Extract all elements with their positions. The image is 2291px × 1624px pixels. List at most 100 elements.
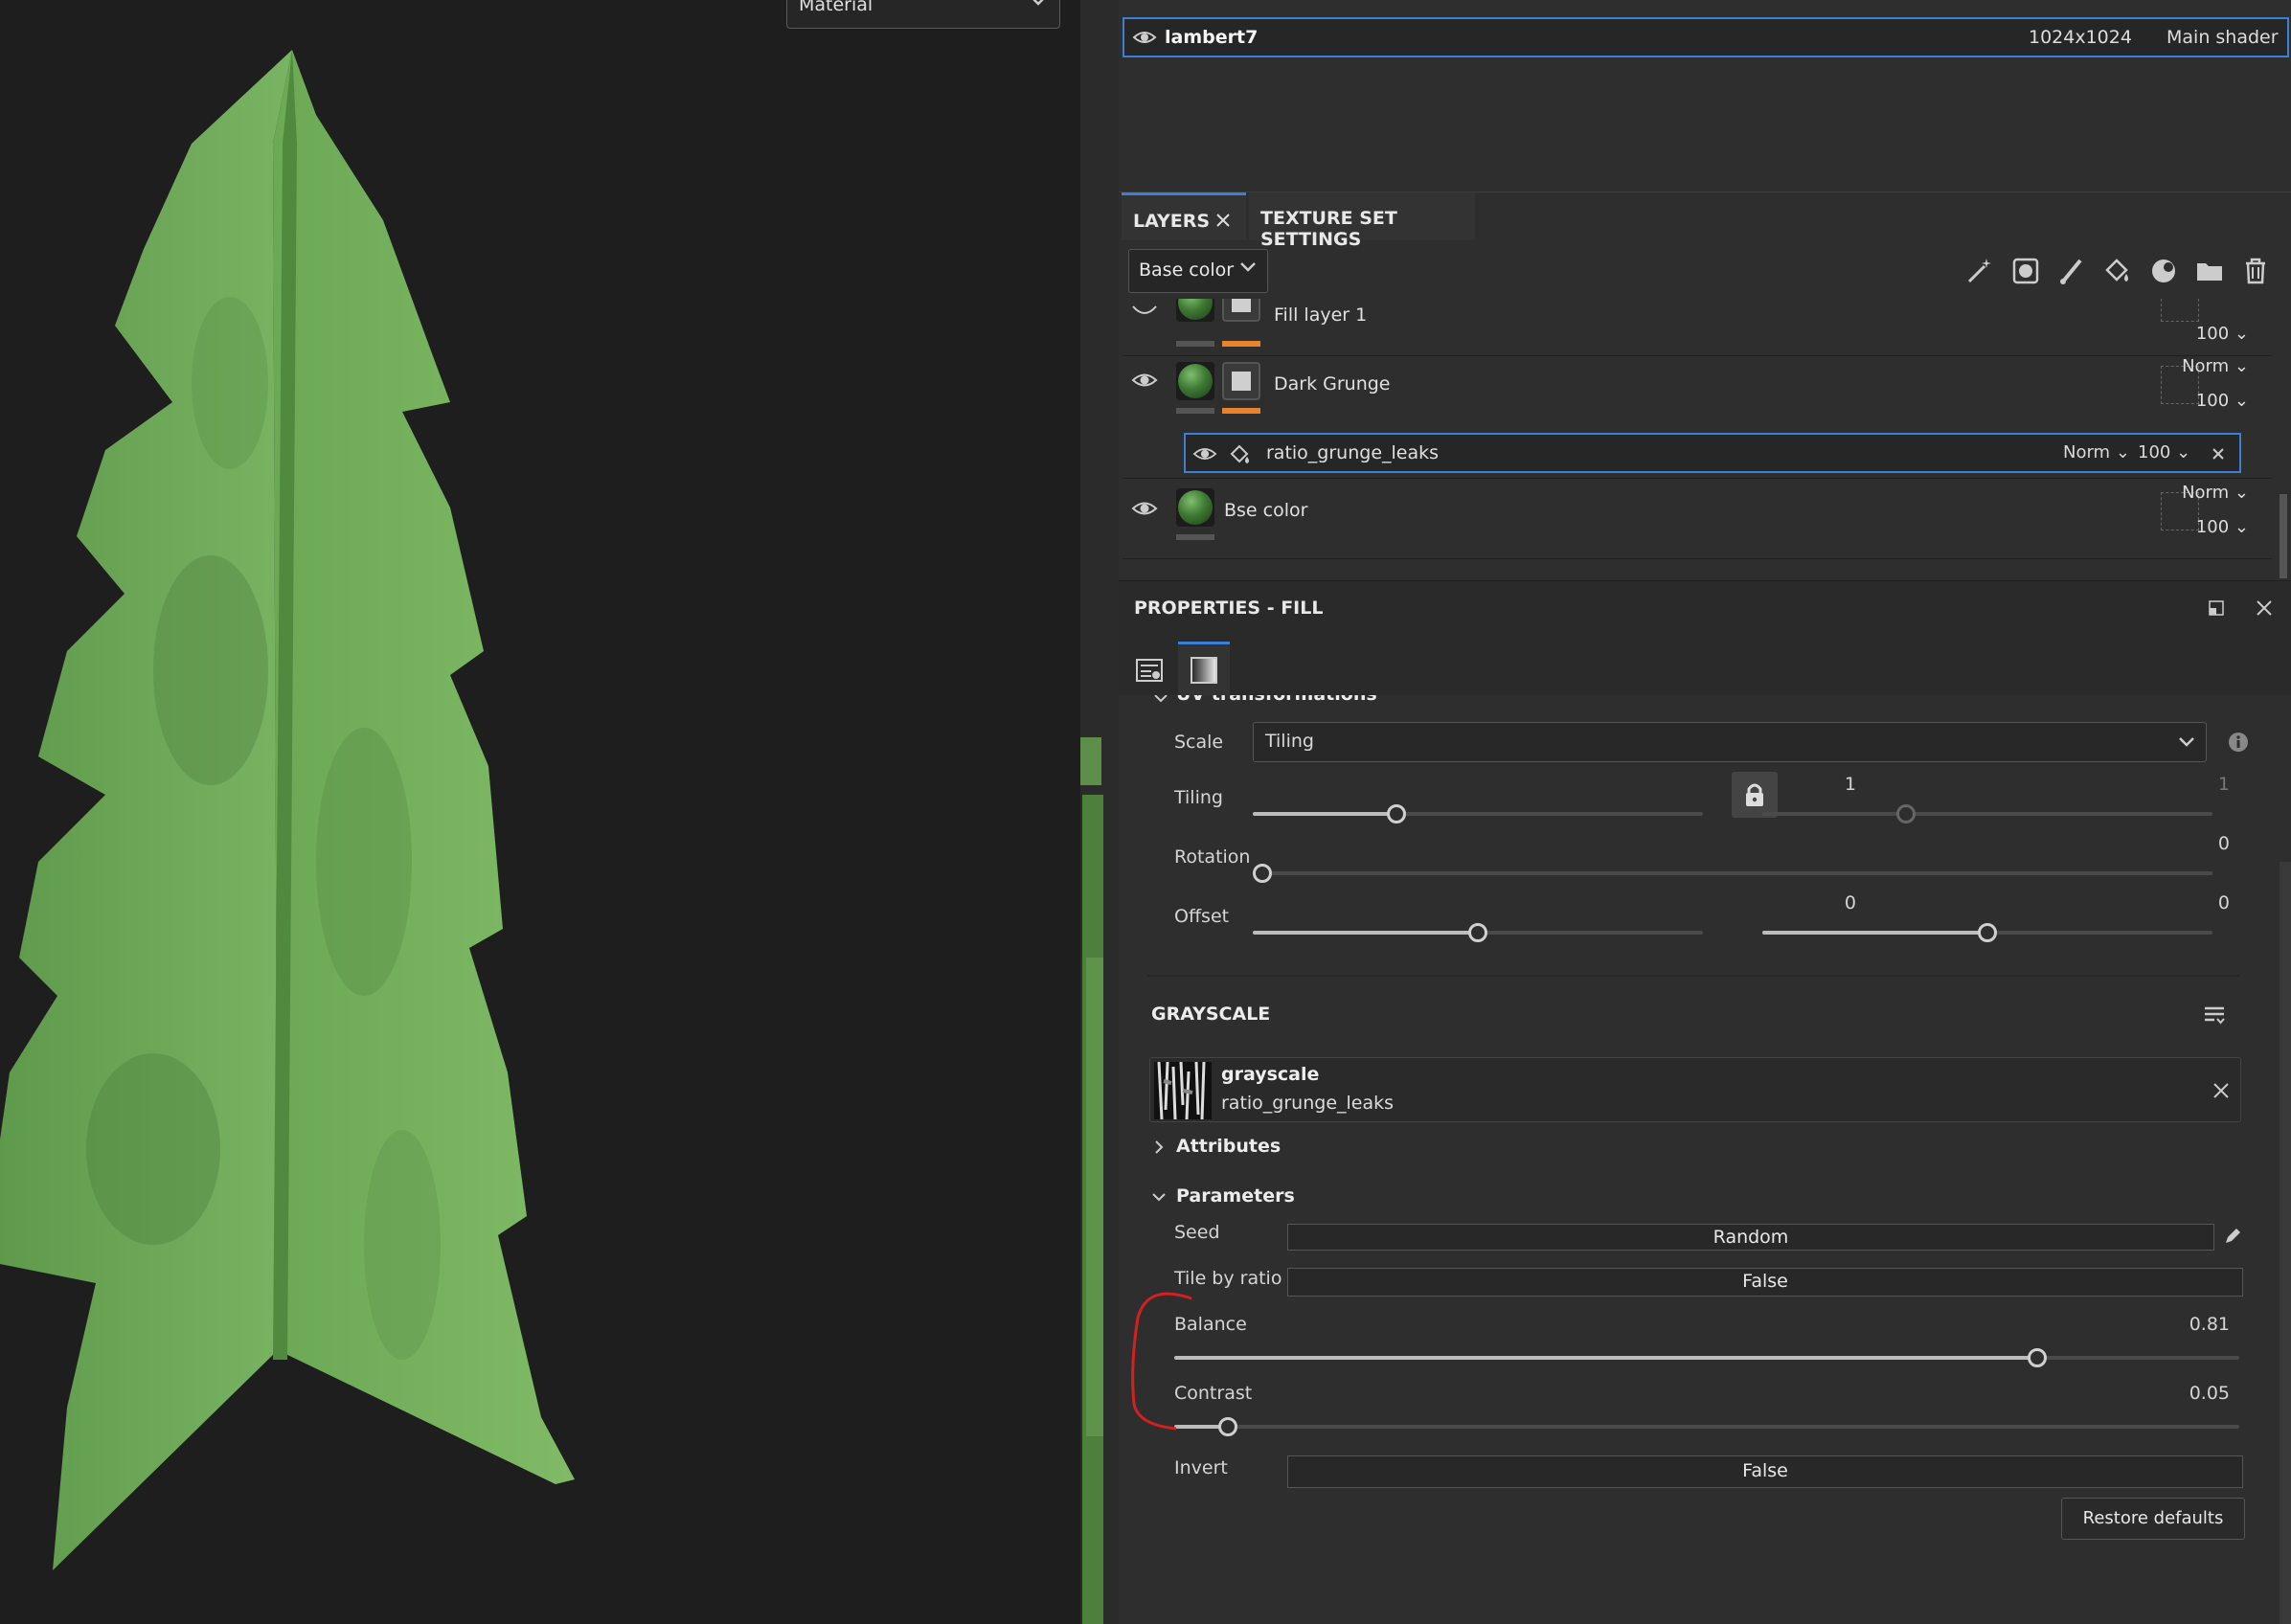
offset-value-u[interactable]: 0 [1674, 892, 1856, 914]
slider-knob[interactable] [1468, 923, 1487, 942]
opacity-value: 100 [2195, 391, 2230, 411]
add-effect-icon[interactable] [1963, 255, 1996, 287]
add-mask-icon[interactable] [2009, 255, 2042, 287]
rotation-slider[interactable] [1253, 864, 2212, 883]
right-panel: lambert7 1024x1024 Main shader LAYERS TE… [1119, 0, 2291, 1624]
contrast-slider[interactable] [1174, 1417, 2239, 1436]
layer-blend-mode[interactable]: Norm ⌄ [2182, 483, 2249, 503]
scale-dropdown[interactable]: Tiling [1253, 722, 2207, 762]
material-dropdown[interactable]: Material [786, 0, 1060, 29]
slider-track[interactable] [1262, 871, 2212, 875]
edit-pencil-icon[interactable] [2222, 1226, 2243, 1247]
slider-knob[interactable] [1896, 804, 1917, 823]
add-paint-layer-icon[interactable] [2055, 255, 2088, 287]
layer-stack[interactable]: Fill layer 1 100 ⌄ Dark Grunge Norm ⌄ 10… [1123, 299, 2289, 559]
contrast-value[interactable]: 0.05 [2038, 1383, 2230, 1404]
offset-u-slider[interactable] [1253, 923, 1703, 942]
tile-by-ratio-toggle[interactable]: False [1287, 1268, 2243, 1297]
layer-opacity[interactable]: 100 ⌄ [2196, 517, 2249, 537]
properties-header: PROPERTIES - FILL [1119, 580, 2291, 634]
eye-icon[interactable] [1191, 442, 1218, 465]
layer-opacity[interactable]: 100 ⌄ [2196, 391, 2249, 411]
balance-slider[interactable] [1174, 1348, 2239, 1367]
slider-knob[interactable] [1253, 864, 1272, 883]
tab-layers-label: LAYERS [1133, 211, 1211, 232]
mask-thumbnail[interactable] [1222, 362, 1260, 400]
maximize-icon[interactable] [2207, 598, 2226, 618]
tab-layer-settings[interactable] [1123, 642, 1174, 695]
effect-row-ratio-grunge-leaks[interactable]: ratio_grunge_leaks Norm ⌄ 100 ⌄ [1184, 433, 2241, 473]
eye-closed-icon[interactable] [1130, 303, 1159, 322]
layer-opacity[interactable]: 100 ⌄ [2196, 324, 2249, 344]
material-thumb-bar [1176, 408, 1214, 414]
mask-active-bar [1222, 408, 1260, 414]
mask-thumbnail[interactable] [1222, 299, 1260, 322]
slider-knob[interactable] [1387, 804, 1407, 823]
tab-texture-set-settings-label: TEXTURE SET SETTINGS [1260, 208, 1397, 250]
tab-fill[interactable] [1178, 642, 1230, 695]
folder-icon[interactable] [2193, 255, 2226, 287]
tab-layers[interactable]: LAYERS [1122, 192, 1246, 240]
trash-icon[interactable] [2239, 255, 2272, 287]
info-icon[interactable] [2228, 732, 2249, 753]
effect-name[interactable]: ratio_grunge_leaks [1266, 442, 1439, 463]
layers-scrollbar[interactable] [2280, 494, 2287, 578]
layer-row-bse-color[interactable]: Bse color Norm ⌄ 100 ⌄ [1123, 479, 2272, 559]
material-thumb-bar [1176, 534, 1214, 540]
eye-icon[interactable] [1130, 368, 1159, 393]
chevron-down-icon [1240, 262, 1256, 272]
grayscale-resource-card[interactable]: grayscale ratio_grunge_leaks [1149, 1057, 2241, 1122]
section-divider [1147, 975, 2239, 977]
properties-scrollbar[interactable] [2280, 862, 2291, 1624]
add-smart-material-icon[interactable] [2147, 255, 2180, 287]
slider-knob[interactable] [1978, 923, 1997, 942]
layer-name[interactable]: Bse color [1224, 500, 1307, 521]
second-viewport-edge [1080, 737, 1103, 1624]
close-icon[interactable] [1214, 211, 1233, 230]
fill-effect-icon [1230, 444, 1249, 463]
close-icon[interactable] [2212, 1081, 2231, 1100]
layer-name[interactable]: Dark Grunge [1274, 373, 1391, 395]
material-thumbnail [1176, 488, 1214, 527]
blend-value: Norm [2063, 442, 2111, 462]
3d-viewport[interactable]: Material [0, 0, 1080, 1624]
annotation-bracket [1131, 1292, 1192, 1431]
tiling-value-v[interactable]: 1 [2038, 774, 2230, 795]
channel-dropdown[interactable]: Base color [1128, 249, 1268, 293]
seed-random-button[interactable]: Random [1287, 1224, 2214, 1251]
close-icon[interactable] [2211, 446, 2226, 462]
opacity-value: 100 [2138, 442, 2171, 462]
add-fill-layer-icon[interactable] [2101, 255, 2134, 287]
slider-fill [1174, 1356, 2037, 1360]
channel-menu-icon[interactable] [2201, 1002, 2228, 1028]
effect-opacity[interactable]: 100 ⌄ [2138, 442, 2190, 462]
texture-set-row[interactable]: lambert7 1024x1024 Main shader [1123, 17, 2289, 57]
invert-toggle[interactable]: False [1287, 1455, 2243, 1488]
restore-defaults-button[interactable]: Restore defaults [2061, 1498, 2245, 1540]
tiling-v-slider[interactable] [1762, 804, 2212, 823]
offset-v-slider[interactable] [1762, 923, 2212, 942]
material-dropdown-label: Material [799, 0, 873, 15]
eye-icon[interactable] [1130, 496, 1159, 521]
tab-texture-set-settings[interactable]: TEXTURE SET SETTINGS [1249, 192, 1475, 250]
layer-blend-mode[interactable]: Norm ⌄ [2182, 356, 2249, 376]
layer-name[interactable]: Fill layer 1 [1274, 304, 1367, 326]
rotation-value[interactable]: 0 [2038, 833, 2230, 854]
viewport-splitter[interactable] [1080, 0, 1119, 1624]
texture-set-shader[interactable]: Main shader [2166, 27, 2279, 48]
slider-fill [1253, 931, 1478, 935]
slider-knob[interactable] [2027, 1348, 2047, 1367]
tiling-u-slider[interactable] [1253, 804, 1703, 823]
close-icon[interactable] [2255, 598, 2274, 618]
balance-value[interactable]: 0.81 [2038, 1314, 2230, 1335]
tree-model [0, 50, 575, 1570]
slider-track[interactable] [1174, 1425, 2239, 1429]
chevron-down-icon [2179, 737, 2194, 747]
layer-row-fill-layer-1[interactable]: Fill layer 1 100 ⌄ [1123, 299, 2272, 356]
blend-value: Norm [2182, 356, 2230, 376]
effect-blend-mode[interactable]: Norm ⌄ [2063, 442, 2130, 462]
offset-value-v[interactable]: 0 [2038, 892, 2230, 914]
eye-icon[interactable] [1132, 25, 1157, 50]
blend-preview [2161, 299, 2199, 322]
material-thumbnail [1176, 362, 1214, 400]
